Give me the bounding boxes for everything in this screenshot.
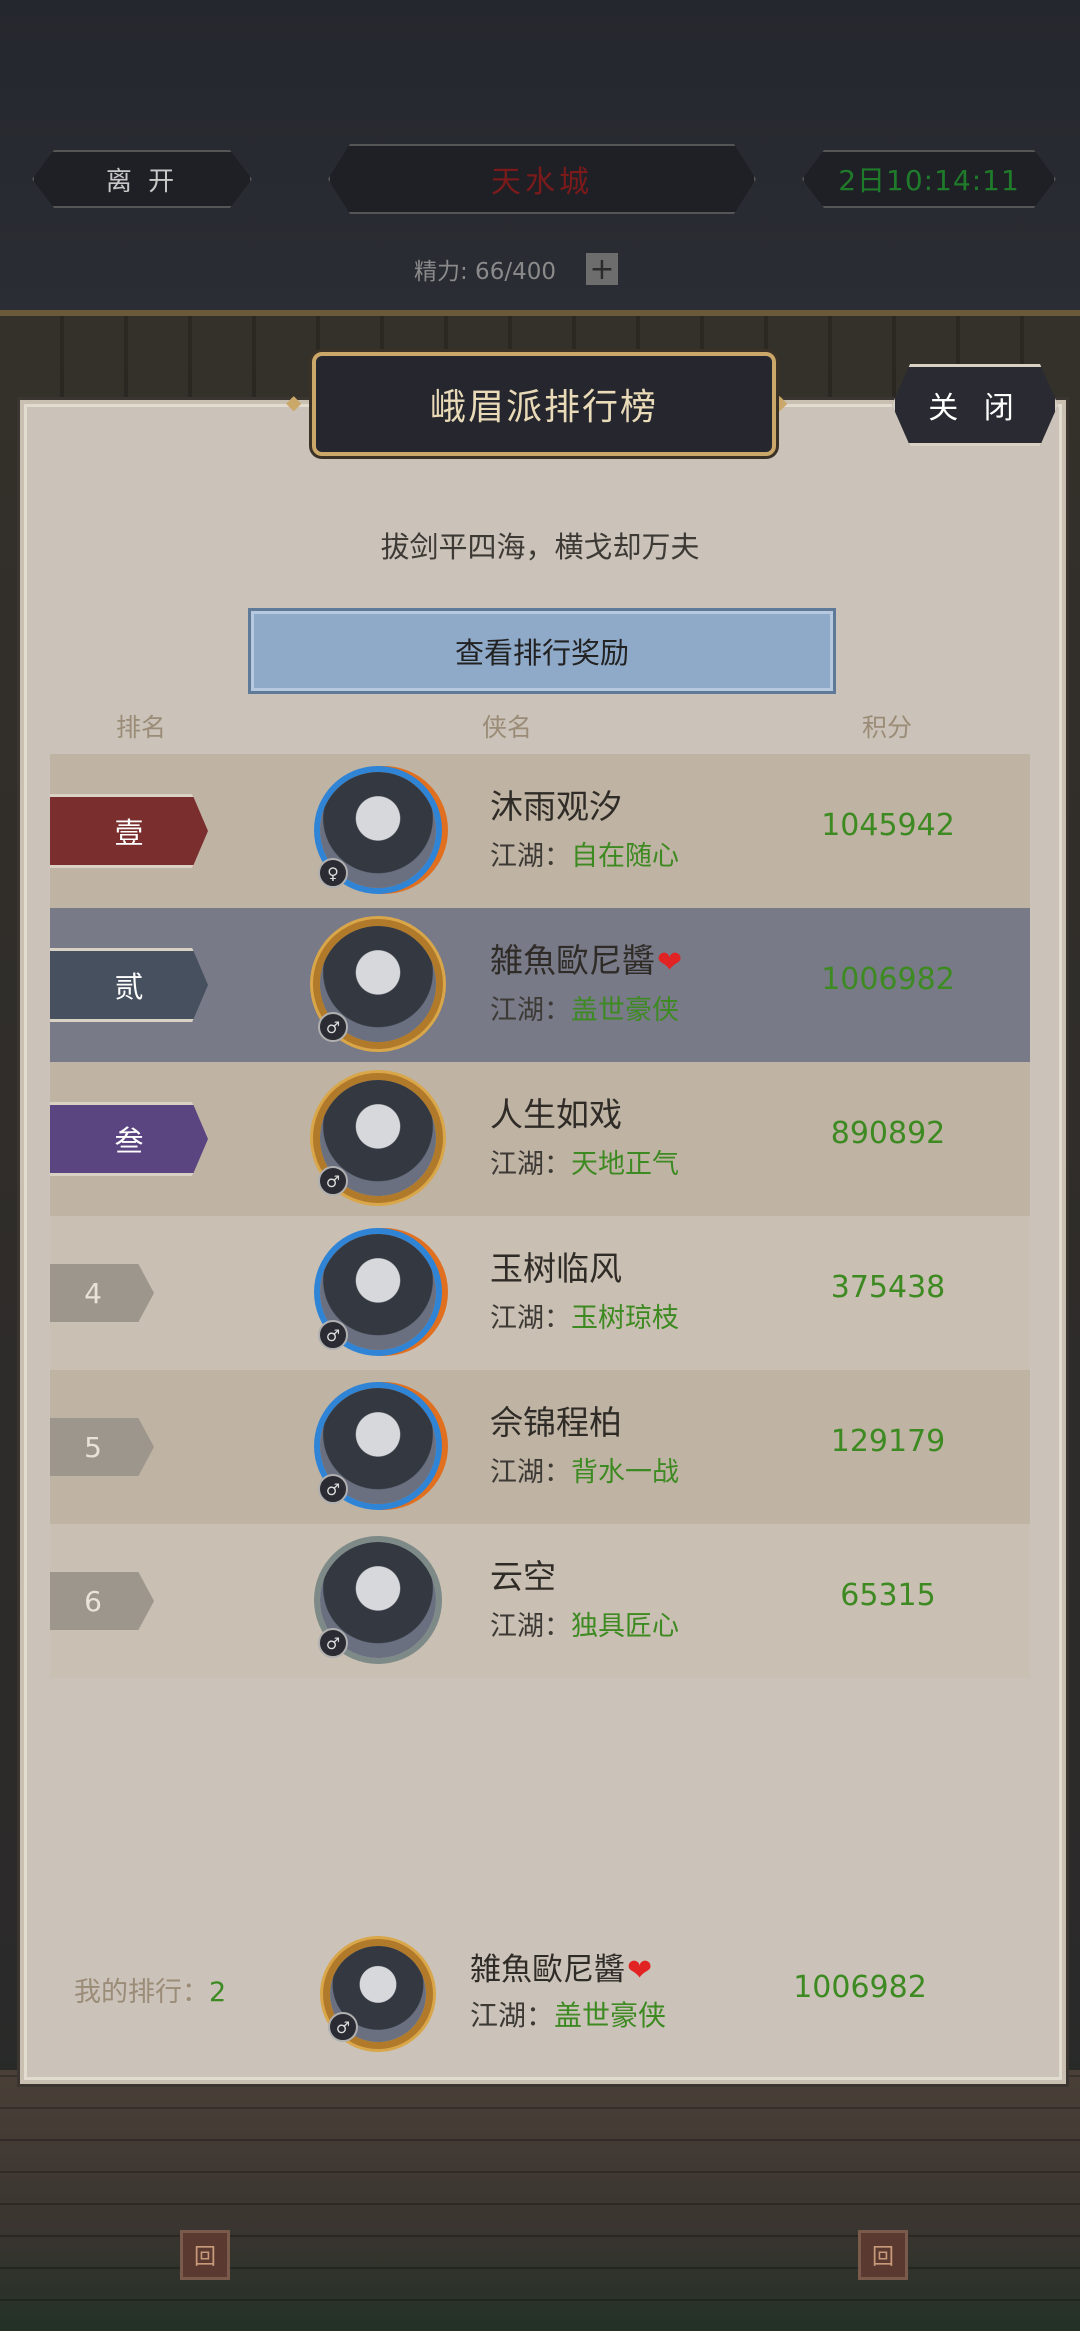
column-rank: 排名 [116,713,167,742]
player-score: 129179 [830,1424,946,1459]
player-name: 雑魚歐尼醬❤ [490,934,682,982]
male-icon: ♂ [318,1474,348,1504]
motto-text: 拔剑平四海，横戈却万夫 [380,530,700,564]
player-score: 1045942 [821,808,955,843]
column-name: 侠名 [482,713,533,742]
scene-floor: 回 回 [0,2070,1080,2331]
title-prefix: 江湖： [470,1999,555,2032]
ranking-row[interactable]: 叁 ♂ 人生如戏 江湖：天地正气 890892 [50,1062,1030,1216]
rank-badge: 贰 [50,948,208,1022]
player-name: 沐雨观汐 [490,787,622,826]
panel-title: 峨眉派排行榜 [312,352,776,456]
player-title: 江湖：独具匠心 [490,1604,679,1643]
rank-badge: 4 [50,1264,154,1322]
my-rank: 我的排行：2 [74,1970,226,2009]
rank-badge: 壹 [50,794,208,868]
player-title: 江湖：背水一战 [490,1450,679,1489]
male-icon: ♂ [318,1166,348,1196]
my-rank-label: 我的排行： [74,1977,209,2008]
player-name: 玉树临风 [490,1249,622,1288]
my-title: 江湖：盖世豪侠 [470,1994,666,2034]
female-icon: ♀ [318,858,348,888]
ranking-row[interactable]: 4 ♂ 玉树临风 江湖：玉树琼枝 375438 [50,1216,1030,1370]
energy-display: 精力: 66/400 + [414,252,618,287]
player-name: 云空 [490,1557,556,1596]
avatar[interactable]: ♂ [318,1234,436,1350]
add-energy-button[interactable]: + [585,252,618,287]
title-value: 独具匠心 [571,1611,679,1642]
player-title: 江湖：天地正气 [490,1142,679,1181]
title-prefix: 江湖： [490,1611,571,1642]
my-name-text: 雑魚歐尼醬 [470,1952,625,1988]
ranking-row-selected[interactable]: 贰 ♂ 雑魚歐尼醬❤ 江湖：盖世豪侠 1006982 [50,908,1030,1062]
player-score: 890892 [830,1116,946,1151]
player-title: 江湖：盖世豪侠 [490,988,679,1027]
energy-label: 精力: 66/400 [414,259,556,285]
my-name: 雑魚歐尼醬❤ [470,1944,652,1989]
rank-badge: 叁 [50,1102,208,1176]
seal-icon: 回 [180,2230,230,2280]
avatar[interactable]: ♂ [318,1080,436,1196]
rank-badge: 6 [50,1572,154,1630]
title-prefix: 江湖： [490,1149,571,1180]
my-score: 1006982 [793,1970,927,2005]
seal-icon: 回 [858,2230,908,2280]
leave-button[interactable]: 离 开 [32,150,252,208]
ranking-row[interactable]: 壹 ♀ 沐雨观汐 江湖：自在随心 1045942 [50,754,1030,908]
player-title: 江湖：自在随心 [490,834,679,873]
avatar[interactable]: ♀ [318,772,436,888]
column-score: 积分 [862,713,913,742]
player-name-text: 雑魚歐尼醬 [490,941,655,980]
player-name: 人生如戏 [490,1095,622,1134]
my-rank-value: 2 [209,1977,227,2008]
player-score: 375438 [830,1270,946,1305]
ranking-row[interactable]: 5 ♂ 佘锦程柏 江湖：背水一战 129179 [50,1370,1030,1524]
top-hud: 离 开 天水城 2日10:14:11 精力: 66/400 + [0,0,1080,316]
title-value: 盖世豪侠 [554,1999,667,2032]
title-prefix: 江湖： [490,1303,571,1334]
title-value: 盖世豪侠 [571,995,679,1026]
male-icon: ♂ [318,1320,348,1350]
title-prefix: 江湖： [490,1457,571,1488]
ornament-right-icon: ◆ [772,390,788,414]
title-prefix: 江湖： [490,995,571,1026]
view-rewards-button[interactable]: 查看排行奖励 [248,608,836,694]
avatar[interactable]: ♂ [318,1542,436,1658]
city-name: 天水城 [328,144,756,214]
player-title: 江湖：玉树琼枝 [490,1296,679,1335]
game-time: 2日10:14:11 [802,150,1056,208]
player-score: 65315 [840,1578,936,1613]
heart-icon: ❤ [627,1953,653,1988]
my-avatar[interactable]: ♂ [328,1946,426,2042]
male-icon: ♂ [328,2012,358,2042]
title-value: 背水一战 [571,1457,679,1488]
avatar[interactable]: ♂ [318,926,436,1042]
avatar[interactable]: ♂ [318,1388,436,1504]
rank-badge: 5 [50,1418,154,1476]
title-value: 天地正气 [571,1149,679,1180]
close-button[interactable]: 关 闭 [892,364,1058,446]
player-score: 1006982 [821,962,955,997]
male-icon: ♂ [318,1628,348,1658]
title-value: 自在随心 [571,841,679,872]
ranking-row[interactable]: 6 ♂ 云空 江湖：独具匠心 65315 [50,1524,1030,1678]
title-prefix: 江湖： [490,841,571,872]
heart-icon: ❤ [657,945,683,980]
title-value: 玉树琼枝 [571,1303,679,1334]
player-name: 佘锦程柏 [490,1403,622,1442]
male-icon: ♂ [318,1012,348,1042]
